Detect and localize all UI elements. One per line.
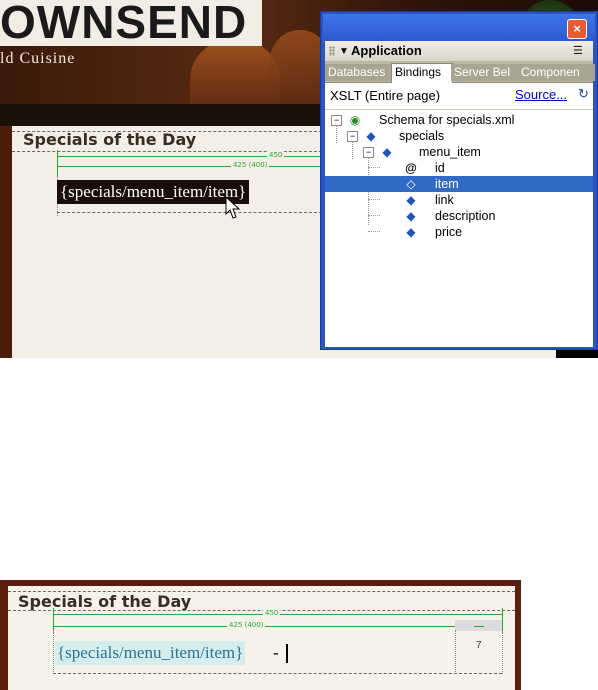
application-panel-window[interactable]: × ▼ Application ☰ Databases Bindings Ser… — [320, 11, 598, 350]
page-top-border — [0, 580, 521, 586]
ruler-outer-label: 450 — [263, 609, 281, 618]
tab-bindings[interactable]: Bindings — [391, 63, 453, 83]
page-left-border — [0, 586, 8, 690]
page-left-border — [0, 126, 12, 358]
bindings-source-row: XSLT (Entire page) Source... ↻ — [325, 83, 593, 110]
tree-node-id[interactable]: @ id — [325, 160, 593, 176]
small-ruler-line — [474, 626, 484, 627]
page-right-border — [515, 586, 521, 690]
separator-text: - — [273, 643, 279, 662]
schema-tree[interactable]: − ◉ Schema for specials.xml − ◆ specials… — [325, 110, 593, 347]
cell-number: 7 — [476, 640, 482, 651]
ruler-inner-line — [57, 166, 322, 167]
tree-node-label: description — [435, 209, 496, 223]
collapse-toggle-icon[interactable]: − — [347, 131, 358, 142]
tree-node-label: Schema for specials.xml — [379, 113, 515, 127]
ruler-outer-label: 450 — [267, 151, 285, 160]
dynamic-text-binding-selected[interactable]: {specials/menu_item/item} — [57, 180, 250, 204]
panel-body: ▼ Application ☰ Databases Bindings Serve… — [325, 41, 595, 347]
dynamic-text-binding[interactable]: {specials/menu_item/item} — [55, 641, 246, 665]
cell-border-right — [502, 630, 503, 674]
panel-tab-strip: Databases Bindings Server Bel Componen — [325, 62, 595, 83]
attribute-icon: @ — [405, 161, 417, 175]
brand-logo-box: OWNSEND — [0, 0, 262, 48]
collapse-toggle-icon[interactable]: − — [363, 147, 374, 158]
text-insertion-caret — [286, 644, 288, 663]
tab-components[interactable]: Componen — [518, 64, 595, 81]
tree-node-label: specials — [399, 129, 445, 143]
cell-border-bottom — [57, 212, 322, 213]
tree-node-menu-item[interactable]: − ◆ menu_item — [325, 144, 593, 160]
ruler-inner-label: 425 (400) — [227, 621, 266, 630]
element-icon: ◆ — [406, 209, 416, 223]
ruler-inner-label: 425 (400) — [231, 161, 270, 170]
cell-border-bottom — [53, 673, 502, 674]
drag-grip-icon[interactable] — [329, 46, 335, 56]
tree-node-specials[interactable]: − ◆ specials — [325, 128, 593, 144]
element-icon: ◆ — [366, 129, 376, 143]
close-button[interactable]: × — [567, 19, 587, 39]
tree-node-label: id — [435, 161, 445, 175]
tree-node-label: price — [435, 225, 463, 239]
section-heading: Specials of the Day — [18, 592, 192, 611]
brand-tagline: ld Cuisine — [0, 50, 76, 67]
element-icon: ◇ — [406, 177, 416, 191]
tab-databases[interactable]: Databases — [325, 64, 393, 81]
tree-node-label: item — [435, 177, 459, 191]
panel-title[interactable]: Application — [351, 43, 422, 58]
tree-node-link[interactable]: ◆ link — [325, 192, 593, 208]
schema-icon: ◉ — [349, 113, 361, 127]
tree-node-label: link — [435, 193, 454, 207]
cell-border-divider — [455, 630, 456, 674]
cell-border-left — [53, 630, 54, 674]
collapse-toggle-icon[interactable]: − — [331, 115, 342, 126]
refresh-icon[interactable]: ↻ — [578, 86, 589, 102]
ruler-left-tick — [57, 150, 58, 176]
panel-window-titlebar[interactable]: × — [323, 14, 595, 44]
xslt-scope-label: XSLT (Entire page) — [330, 88, 441, 103]
element-icon: ◆ — [406, 225, 416, 239]
collapse-triangle-icon[interactable]: ▼ — [339, 46, 349, 57]
panel-options-menu-icon[interactable]: ☰ — [573, 44, 587, 58]
tree-node-label: menu_item — [419, 145, 481, 159]
section-heading: Specials of the Day — [23, 130, 197, 149]
repeating-element-icon: ◆ — [382, 145, 392, 159]
bottom-screenshot: Specials of the Day 450 425 (400) — [0, 580, 521, 690]
source-link[interactable]: Source... — [515, 87, 567, 102]
table-border — [8, 610, 515, 611]
chair-decoration — [190, 40, 280, 110]
tab-server-behaviors[interactable]: Server Bel — [451, 64, 521, 81]
tree-node-item[interactable]: ◇ item — [325, 176, 593, 192]
tree-node-schema[interactable]: − ◉ Schema for specials.xml — [325, 112, 593, 128]
mouse-pointer-icon — [225, 196, 241, 219]
panel-group-header[interactable]: ▼ Application ☰ — [325, 41, 593, 62]
brand-logo-text: OWNSEND — [0, 0, 248, 48]
tree-node-description[interactable]: ◆ description — [325, 208, 593, 224]
element-icon: ◆ — [406, 193, 416, 207]
tree-node-price[interactable]: ◆ price — [325, 224, 593, 240]
